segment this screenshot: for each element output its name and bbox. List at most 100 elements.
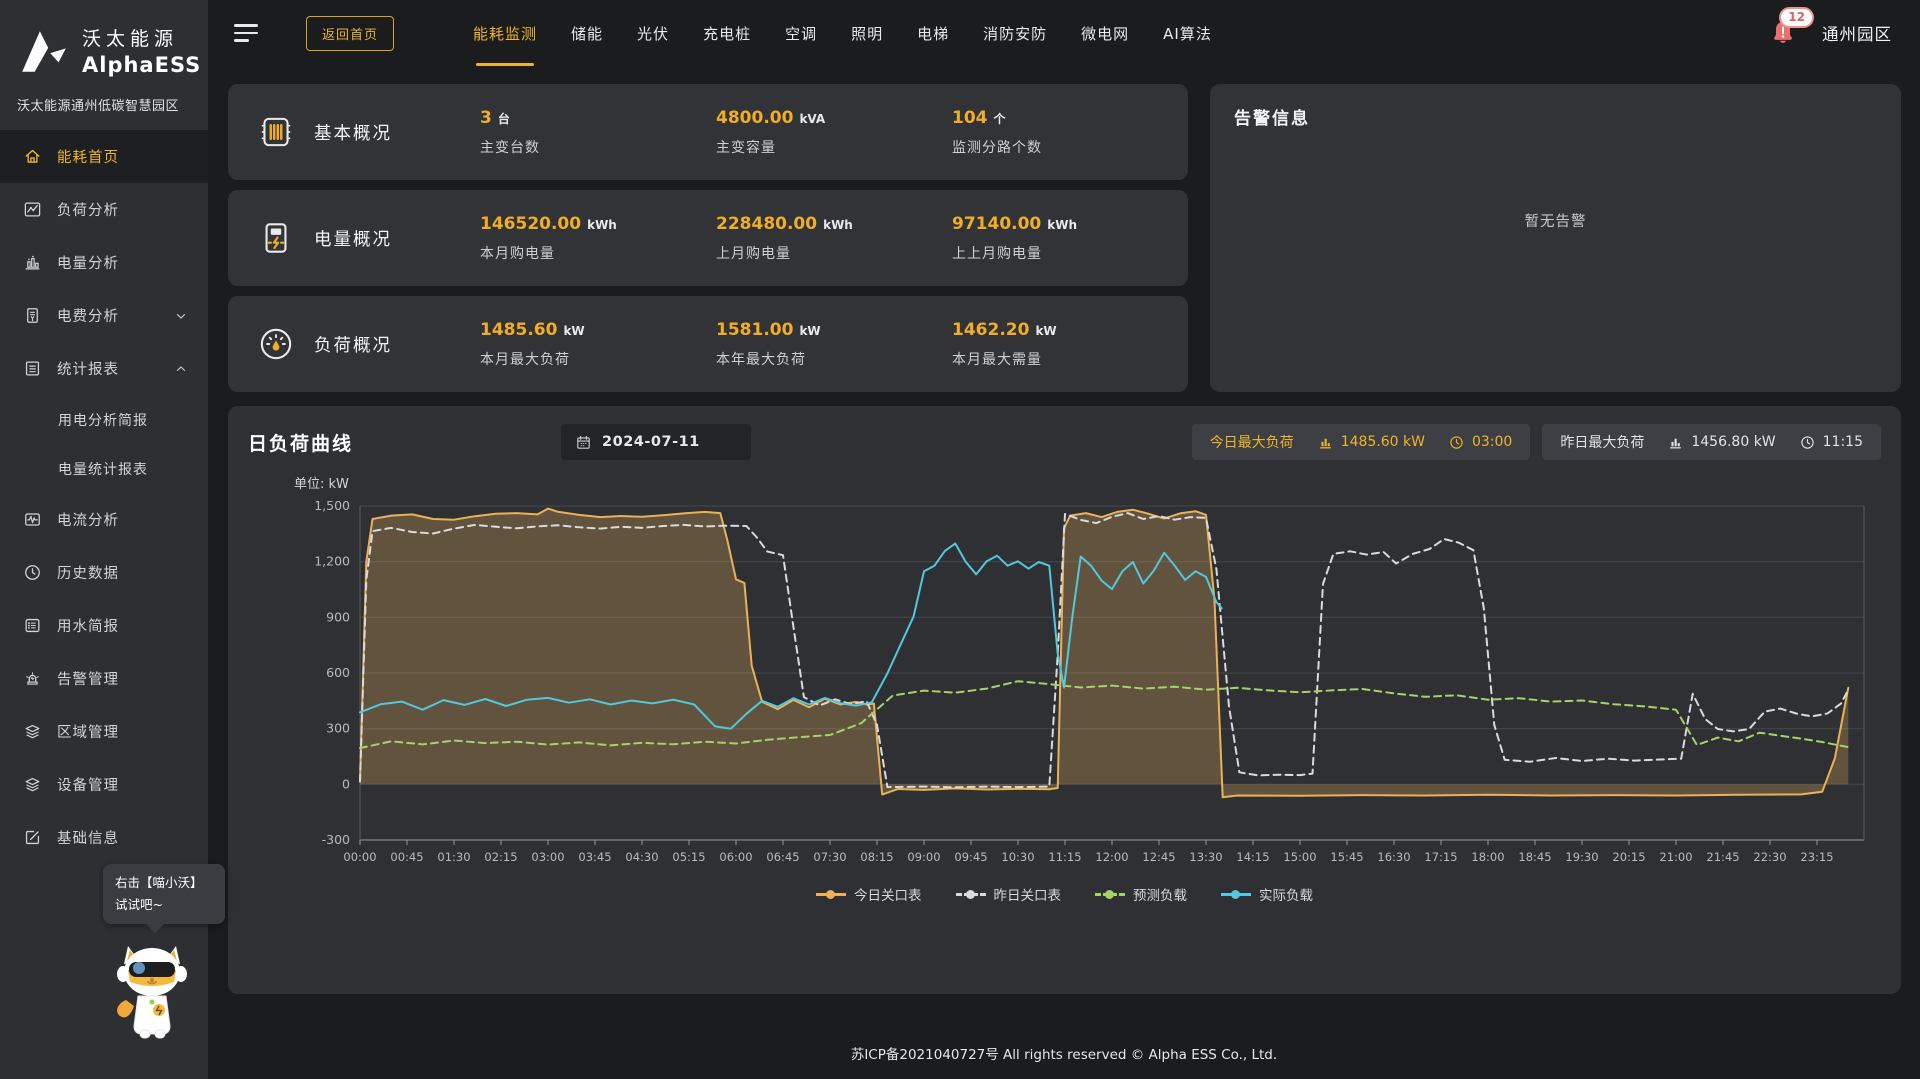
max-load-badges: 今日最大负荷 1485.60 kW 03:00 昨日最大负荷 1456.80 k…	[1192, 424, 1881, 460]
tab-hvac[interactable]: 空调	[768, 0, 834, 66]
stat-label: 上月购电量	[716, 243, 952, 263]
bill-icon	[23, 306, 42, 325]
sidebar-item-label: 电流分析	[57, 509, 119, 530]
sidebar-item-label: 能耗首页	[57, 146, 119, 167]
svg-text:03:45: 03:45	[578, 850, 611, 864]
stat-value: 4800.00	[716, 108, 793, 128]
page-content: 基本概况 3台主变台数 4800.00kVA主变容量 104个监测分路个数	[208, 66, 1920, 1027]
stat-value: 1462.20	[952, 320, 1029, 340]
main-area: 返回首页 能耗监测储能光伏充电桩空调照明电梯消防安防微电网AI算法 12 通州园…	[208, 0, 1920, 1079]
svg-text:12:45: 12:45	[1142, 850, 1175, 864]
sidebar-item-label: 告警管理	[57, 668, 119, 689]
sidebar-item-energy-analysis[interactable]: 电量分析	[0, 236, 208, 289]
sidebar-item-water-brief[interactable]: 用水简报	[0, 599, 208, 652]
legend-label: 今日关口表	[854, 884, 922, 904]
svg-text:03:00: 03:00	[531, 850, 564, 864]
mascot-cat[interactable]	[112, 938, 192, 1040]
badge-time: 11:15	[1823, 434, 1863, 450]
svg-text:-300: -300	[322, 832, 350, 847]
badge-value: 1485.60 kW	[1341, 434, 1425, 450]
legend-marker-icon	[956, 893, 986, 896]
notification-count-badge: 12	[1779, 7, 1814, 28]
park-name[interactable]: 通州园区	[1822, 21, 1892, 45]
sidebar-item-energy-home[interactable]: 能耗首页	[0, 130, 208, 183]
tab-elevator[interactable]: 电梯	[900, 0, 966, 66]
bar-chart-small-icon	[1668, 435, 1683, 450]
sidebar-subitem-label: 电量统计报表	[58, 459, 148, 479]
layers-icon	[23, 722, 42, 741]
legend-label: 昨日关口表	[994, 884, 1062, 904]
legend-label: 实际负载	[1259, 884, 1313, 904]
tab-ai[interactable]: AI算法	[1146, 0, 1229, 66]
sidebar: 沃太能源 AlphaESS 沃太能源通州低碳智慧园区 能耗首页负荷分析电量分析电…	[0, 0, 208, 1079]
date-picker[interactable]: 2024-07-11	[561, 424, 751, 460]
sidebar-item-fee-analysis[interactable]: 电费分析	[0, 289, 208, 342]
tab-energy-monitor[interactable]: 能耗监测	[456, 0, 554, 66]
stat-unit: 个	[994, 112, 1006, 126]
svg-text:0: 0	[342, 776, 350, 791]
sidebar-item-history-data[interactable]: 历史数据	[0, 546, 208, 599]
stat-unit: kW	[1035, 324, 1056, 338]
tab-fire-security[interactable]: 消防安防	[966, 0, 1064, 66]
edit-icon	[23, 828, 42, 847]
tab-storage[interactable]: 储能	[554, 0, 620, 66]
tab-pv[interactable]: 光伏	[620, 0, 686, 66]
svg-text:11:15: 11:15	[1048, 850, 1081, 864]
stat-value: 1485.60	[480, 320, 557, 340]
legend-item[interactable]: 预测负载	[1095, 884, 1187, 904]
alphaess-logo-icon	[16, 27, 70, 75]
line-chart-icon	[23, 200, 42, 219]
tab-microgrid[interactable]: 微电网	[1064, 0, 1146, 66]
alarm-panel: 告警信息 暂无告警	[1210, 84, 1901, 392]
stat-label: 本月购电量	[480, 243, 716, 263]
back-home-button[interactable]: 返回首页	[306, 16, 394, 51]
stat-value: 104	[952, 108, 988, 128]
tab-charging-pile[interactable]: 充电桩	[686, 0, 768, 66]
svg-text:1,200: 1,200	[314, 554, 350, 569]
legend-marker-icon	[1095, 893, 1125, 896]
sidebar-subitem-power-analysis-brief[interactable]: 用电分析简报	[0, 395, 208, 444]
svg-text:20:15: 20:15	[1612, 850, 1645, 864]
card-basic-overview: 基本概况 3台主变台数 4800.00kVA主变容量 104个监测分路个数	[228, 84, 1188, 180]
sidebar-item-region-management[interactable]: 区域管理	[0, 705, 208, 758]
svg-text:21:00: 21:00	[1659, 850, 1692, 864]
svg-text:14:15: 14:15	[1236, 850, 1269, 864]
svg-text:18:45: 18:45	[1518, 850, 1551, 864]
legend-item[interactable]: 昨日关口表	[956, 884, 1062, 904]
menu-collapse-icon[interactable]	[234, 24, 258, 42]
calendar-icon	[575, 434, 592, 451]
tab-lighting[interactable]: 照明	[834, 0, 900, 66]
chevron-up-icon	[174, 362, 188, 376]
legend-item[interactable]: 实际负载	[1221, 884, 1313, 904]
sidebar-item-current-analysis[interactable]: 电流分析	[0, 493, 208, 546]
svg-text:13:30: 13:30	[1189, 850, 1222, 864]
svg-text:06:00: 06:00	[719, 850, 752, 864]
notification-bell-icon[interactable]: 12	[1768, 18, 1798, 48]
stat-unit: 台	[498, 112, 510, 126]
svg-text:05:15: 05:15	[672, 850, 705, 864]
legend-item[interactable]: 今日关口表	[816, 884, 922, 904]
stat-unit: kVA	[799, 112, 825, 126]
sidebar-item-basic-info[interactable]: 基础信息	[0, 811, 208, 864]
date-value: 2024-07-11	[602, 434, 700, 450]
sidebar-item-statistics-report[interactable]: 统计报表	[0, 342, 208, 395]
bar-chart-small-icon	[1318, 435, 1333, 450]
transformer-icon	[255, 111, 297, 153]
svg-text:1,500: 1,500	[314, 498, 350, 513]
svg-text:09:45: 09:45	[954, 850, 987, 864]
sidebar-item-alarm-management[interactable]: 告警管理	[0, 652, 208, 705]
sidebar-subitem-energy-statistics-report[interactable]: 电量统计报表	[0, 444, 208, 493]
gauge-icon	[255, 323, 297, 365]
sidebar-item-load-analysis[interactable]: 负荷分析	[0, 183, 208, 236]
topbar-right: 12 通州园区	[1768, 18, 1892, 48]
chevron-down-icon	[174, 309, 188, 323]
stat-label: 主变容量	[716, 137, 952, 157]
clock-icon	[23, 563, 42, 582]
stat-label: 上上月购电量	[952, 243, 1188, 263]
sidebar-item-device-management[interactable]: 设备管理	[0, 758, 208, 811]
svg-text:12:00: 12:00	[1095, 850, 1128, 864]
svg-text:22:30: 22:30	[1753, 850, 1786, 864]
stat-value: 3	[480, 108, 492, 128]
sidebar-subitem-label: 用电分析简报	[58, 410, 148, 430]
sidebar-item-label: 历史数据	[57, 562, 119, 583]
